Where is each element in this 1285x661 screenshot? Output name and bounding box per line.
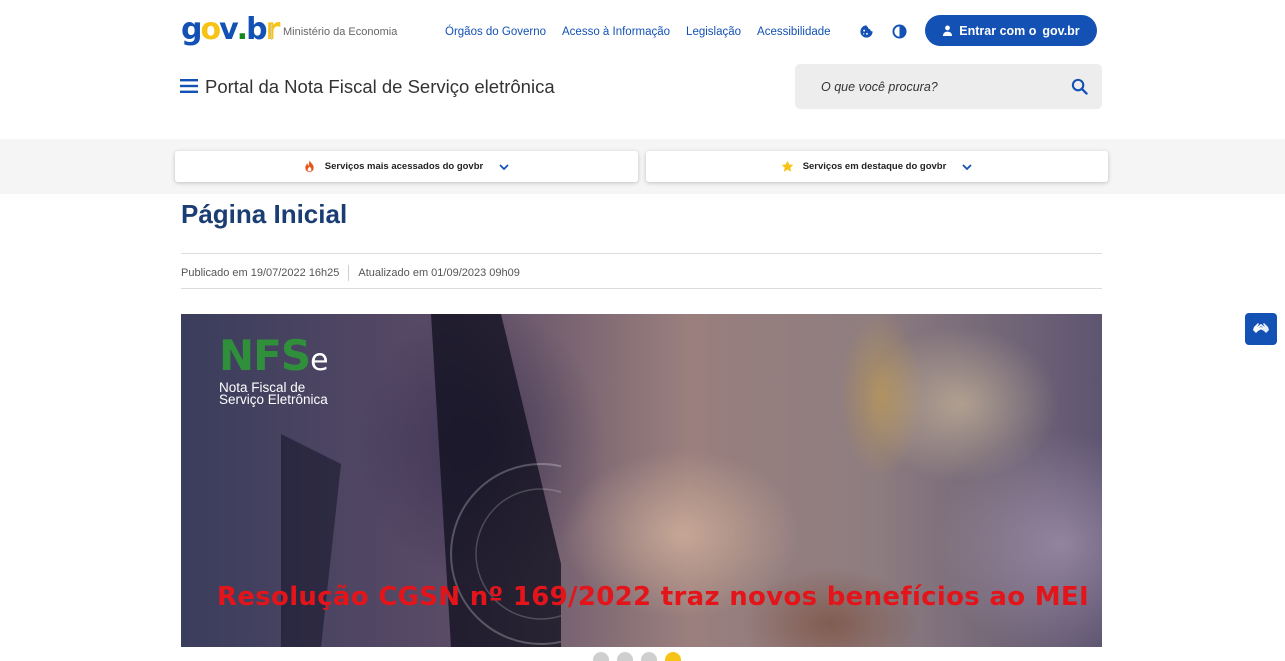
- featured-services-button[interactable]: Serviços em destaque do govbr: [646, 151, 1108, 182]
- ministry-name: Ministério da Economia: [271, 24, 397, 40]
- nfse-subtitle-line2: Serviço Eletrônica: [219, 392, 328, 407]
- carousel-indicators: [593, 652, 681, 661]
- publication-info: Publicado em 19/07/2022 16h25 Atualizado…: [181, 265, 520, 281]
- divider: [181, 288, 1102, 289]
- meta-separator: [348, 265, 350, 281]
- chevron-down-icon: [499, 163, 509, 170]
- login-label: Entrar com o: [959, 23, 1037, 38]
- link-legislacao[interactable]: Legislação: [686, 25, 741, 39]
- govbr-logo[interactable]: g o v . b r: [181, 12, 280, 49]
- star-icon: [781, 160, 793, 172]
- chevron-down-icon: [962, 163, 972, 170]
- nfse-letter-f: F: [253, 331, 282, 380]
- search-icon[interactable]: [1071, 78, 1088, 95]
- divider: [181, 253, 1102, 254]
- logo-letter-v: v: [219, 12, 239, 47]
- fire-icon: [305, 160, 314, 173]
- link-acessibilidade[interactable]: Acessibilidade: [757, 25, 831, 39]
- portal-title: Portal da Nota Fiscal de Serviço eletrôn…: [205, 76, 555, 97]
- logo-letter-g: g: [181, 12, 203, 47]
- carousel-banner[interactable]: NFSe Nota Fiscal de Serviço Eletrônica R…: [181, 314, 1102, 647]
- top-links: Órgãos do Governo Acesso à Informação Le…: [445, 25, 831, 39]
- search-box: [795, 64, 1102, 109]
- carousel-dot-3[interactable]: [641, 652, 657, 661]
- nfse-logo: NFSe Nota Fiscal de Serviço Eletrônica: [219, 334, 349, 407]
- published-date: Publicado em 19/07/2022 16h25: [181, 267, 340, 279]
- page-title: Página Inicial: [181, 199, 348, 229]
- contrast-icon[interactable]: [892, 24, 907, 39]
- vlibras-accessibility-button[interactable]: [1245, 313, 1277, 345]
- nfse-letter-n: N: [219, 331, 254, 380]
- login-brand: gov.br: [1042, 23, 1080, 38]
- search-input[interactable]: [821, 76, 1061, 98]
- hamburger-menu-icon[interactable]: [180, 78, 198, 94]
- link-orgaos-do-governo[interactable]: Órgãos do Governo: [445, 25, 546, 39]
- carousel-dot-1[interactable]: [593, 652, 609, 661]
- login-button[interactable]: Entrar com o gov.br: [925, 15, 1097, 46]
- sign-language-hands-icon: [1253, 323, 1269, 333]
- user-icon: [943, 25, 953, 36]
- logo-dot: .: [236, 12, 248, 47]
- nfse-mark: NFSe: [219, 334, 349, 383]
- logo-letter-o: o: [200, 12, 221, 47]
- featured-services-label: Serviços em destaque do govbr: [802, 161, 947, 172]
- cookie-icon[interactable]: [859, 24, 874, 39]
- link-acesso-a-informacao[interactable]: Acesso à Informação: [562, 25, 670, 39]
- updated-date: Atualizado em 01/09/2023 09h09: [358, 267, 520, 279]
- carousel-dot-4[interactable]: [665, 652, 681, 661]
- nfse-letter-s: S: [280, 331, 311, 380]
- most-accessed-services-label: Serviços mais acessados do govbr: [324, 161, 484, 172]
- nfse-letter-e: e: [310, 343, 328, 378]
- most-accessed-services-button[interactable]: Serviços mais acessados do govbr: [175, 151, 638, 182]
- banner-caption[interactable]: Resolução CGSN nº 169/2022 traz novos be…: [217, 582, 1089, 612]
- logo-letter-b: b: [246, 12, 268, 47]
- carousel-dot-2[interactable]: [617, 652, 633, 661]
